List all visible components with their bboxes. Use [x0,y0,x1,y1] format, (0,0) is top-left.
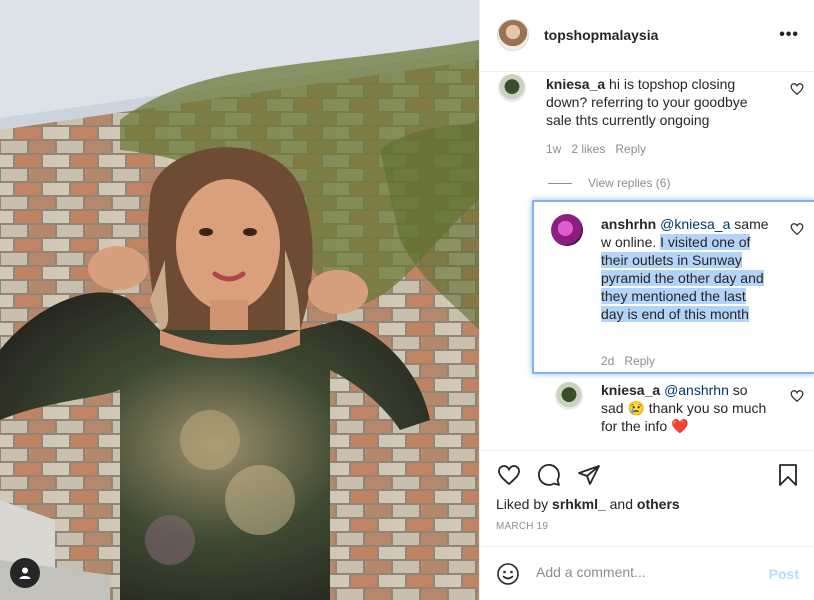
heart-icon[interactable] [790,389,804,403]
liked-others[interactable]: others [637,496,680,512]
heart-icon[interactable] [790,82,804,96]
post-side-panel: topshopmalaysia ••• kniesa_a hi is topsh… [479,0,814,600]
more-options-button[interactable]: ••• [779,26,799,44]
bookmark-icon[interactable] [777,463,799,487]
mention-link[interactable]: @anshrhn [664,382,729,398]
photo-illustration [0,0,479,600]
reply-text: anshrhn @kniesa_a same w online. I visit… [601,215,771,323]
post-button[interactable]: Post [769,566,799,582]
reply-button[interactable]: Reply [624,354,655,368]
mention-link[interactable]: @kniesa_a [660,216,730,232]
user-tag-icon [19,567,31,579]
comment-likes[interactable]: 2 likes [571,142,605,156]
avatar[interactable] [498,74,526,102]
comment-input[interactable] [536,564,756,580]
reply-meta: 2d Reply [601,354,665,368]
comment-time: 1w [546,142,562,156]
post-header: topshopmalaysia ••• [480,0,814,72]
heart-icon[interactable] [496,463,522,487]
emoji-icon[interactable] [496,562,520,586]
comment-icon[interactable] [536,463,562,487]
comments-list: kniesa_a hi is topshop closing down? ref… [480,72,814,450]
avatar[interactable] [497,19,529,51]
more-icon: ••• [779,26,799,43]
reply-username[interactable]: kniesa_a [601,382,660,398]
reply-username[interactable]: anshrhn [601,216,656,232]
comment-text: kniesa_a hi is topshop closing down? ref… [546,75,776,129]
comment-meta: 1w 2 likes Reply [546,142,656,156]
liked-suffix: and [605,496,637,512]
liked-prefix: Liked by [496,496,553,512]
view-replies-button[interactable]: View replies (6) [548,176,670,190]
reply-text: kniesa_a @anshrhn so sad 😢 thank you so … [601,381,771,435]
share-icon[interactable] [576,463,602,487]
heart-icon[interactable] [790,222,804,236]
post-actions: Liked by srhkml_ and others MARCH 19 [480,450,814,546]
post-date[interactable]: MARCH 19 [496,521,548,532]
comment-username[interactable]: kniesa_a [546,76,605,92]
reply-button[interactable]: Reply [615,142,646,156]
avatar[interactable] [551,214,583,246]
liked-user[interactable]: srhkml_ [552,496,606,512]
view-replies-label: View replies (6) [588,176,671,190]
post-username[interactable]: topshopmalaysia [544,27,658,43]
avatar[interactable] [555,382,583,410]
divider [548,183,572,185]
liked-by: Liked by srhkml_ and others [496,496,680,512]
post-photo [0,0,479,600]
reply-time: 2d [601,354,615,368]
add-comment-bar: Post [480,546,814,600]
user-tag-button[interactable] [10,558,40,588]
